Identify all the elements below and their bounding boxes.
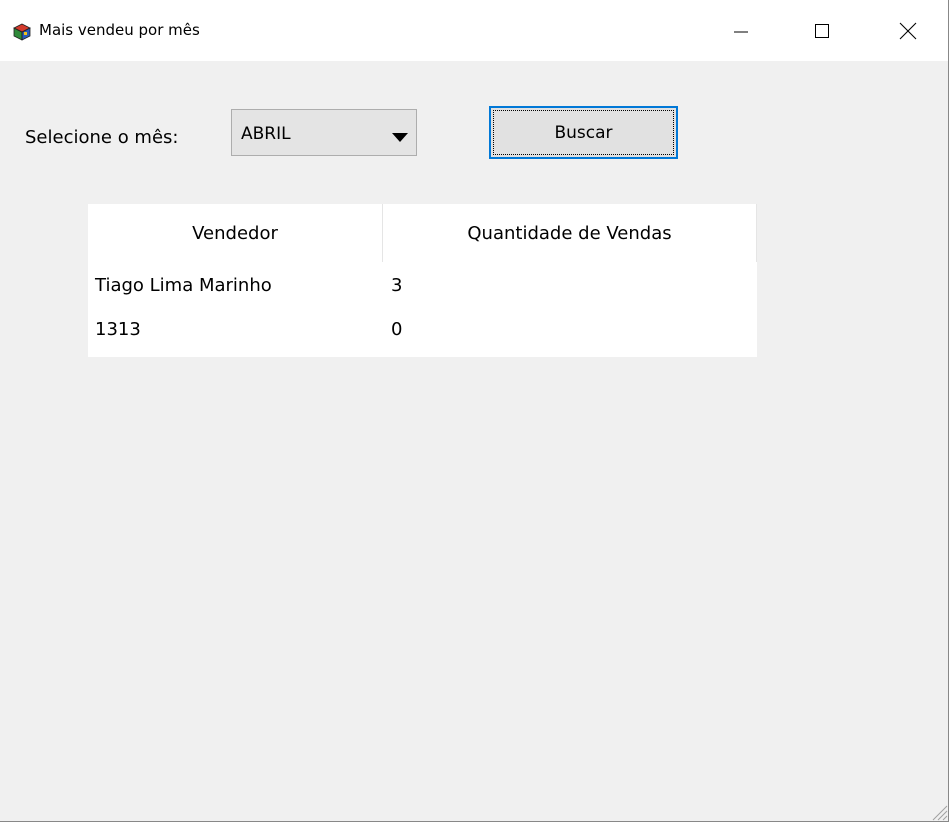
- sales-count-cell: 0: [391, 319, 403, 340]
- minimize-icon: [734, 31, 748, 32]
- maximize-button[interactable]: [799, 0, 845, 61]
- column-header-vendedor[interactable]: Vendedor: [88, 204, 383, 262]
- title-bar[interactable]: Mais vendeu por mês: [0, 0, 948, 61]
- close-icon: [899, 22, 917, 39]
- seller-cell: Tiago Lima Marinho: [95, 275, 272, 296]
- month-select-value: ABRIL: [241, 124, 291, 144]
- table-header: Vendedor Quantidade de Vendas: [88, 204, 757, 262]
- seller-cell: 1313: [95, 319, 141, 340]
- window-title: Mais vendeu por mês: [39, 21, 200, 39]
- maximize-icon: [815, 23, 829, 38]
- resize-grip-icon[interactable]: [928, 801, 948, 821]
- table-row[interactable]: 1313 0: [88, 308, 757, 352]
- month-select[interactable]: ABRIL: [231, 109, 417, 156]
- sales-count-cell: 3: [391, 275, 403, 296]
- column-header-quantidade[interactable]: Quantidade de Vendas: [383, 204, 757, 262]
- search-button-label: Buscar: [554, 123, 613, 143]
- month-label: Selecione o mês:: [25, 127, 179, 148]
- results-table[interactable]: Vendedor Quantidade de Vendas Tiago Lima…: [88, 204, 757, 357]
- search-button[interactable]: Buscar: [489, 106, 678, 159]
- app-window: Mais vendeu por mês Selecione o mês: ABR…: [0, 0, 949, 822]
- table-row[interactable]: Tiago Lima Marinho 3: [88, 264, 757, 308]
- dropdown-arrow-icon[interactable]: [392, 128, 408, 147]
- close-button[interactable]: [885, 0, 931, 61]
- minimize-button[interactable]: [718, 0, 764, 61]
- app-cube-icon: [13, 23, 31, 41]
